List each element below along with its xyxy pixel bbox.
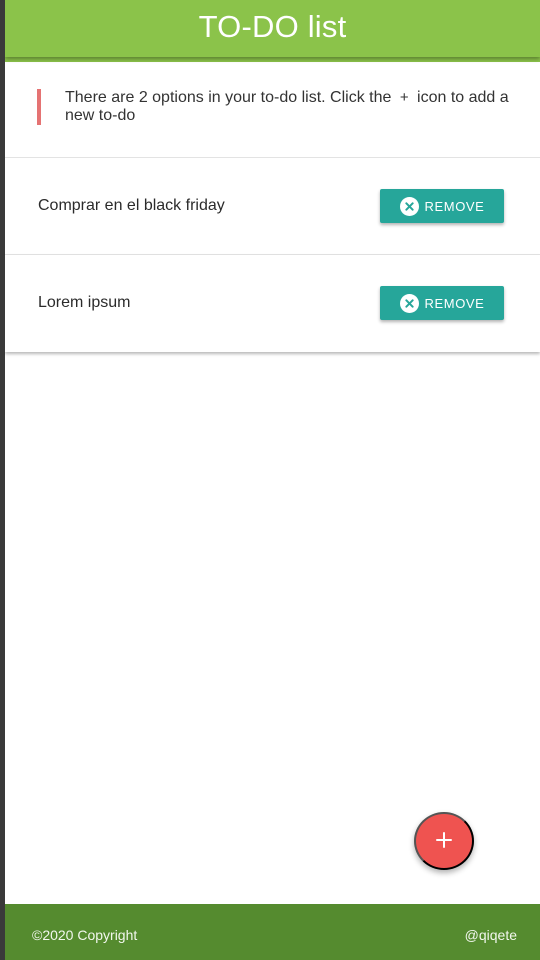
info-notice: There are 2 options in your to-do list. …: [5, 62, 540, 158]
remove-button-label: REMOVE: [424, 198, 485, 214]
notice-accent-bar: [37, 89, 41, 125]
todo-item: Lorem ipsum REMOVE: [5, 255, 540, 352]
remove-button-label: REMOVE: [424, 295, 485, 311]
add-todo-button[interactable]: [414, 812, 474, 870]
plus-icon: +: [399, 89, 409, 106]
footer-handle: @qiqete: [464, 927, 517, 943]
app-bar: TO-DO list: [5, 0, 540, 57]
remove-button[interactable]: REMOVE: [380, 286, 504, 320]
todo-text: Lorem ipsum: [38, 294, 131, 311]
todo-text: Comprar en el black friday: [38, 197, 225, 214]
footer-copyright: ©2020 Copyright: [32, 927, 138, 943]
close-circle-icon: [399, 293, 419, 313]
page-title: TO-DO list: [198, 8, 347, 44]
todo-item: Comprar en el black friday REMOVE: [5, 158, 540, 255]
close-circle-icon: [399, 196, 419, 216]
notice-text: There are 2 options in your to-do list. …: [65, 89, 515, 125]
plus-icon: [436, 831, 452, 851]
page-footer: ©2020 Copyright @qiqete: [5, 904, 540, 960]
notice-text-before: There are 2 options in your to-do list. …: [65, 89, 392, 106]
app-window: TO-DO list There are 2 options in your t…: [5, 0, 540, 960]
app-bar-strip: [5, 57, 540, 62]
remove-button[interactable]: REMOVE: [380, 189, 504, 223]
